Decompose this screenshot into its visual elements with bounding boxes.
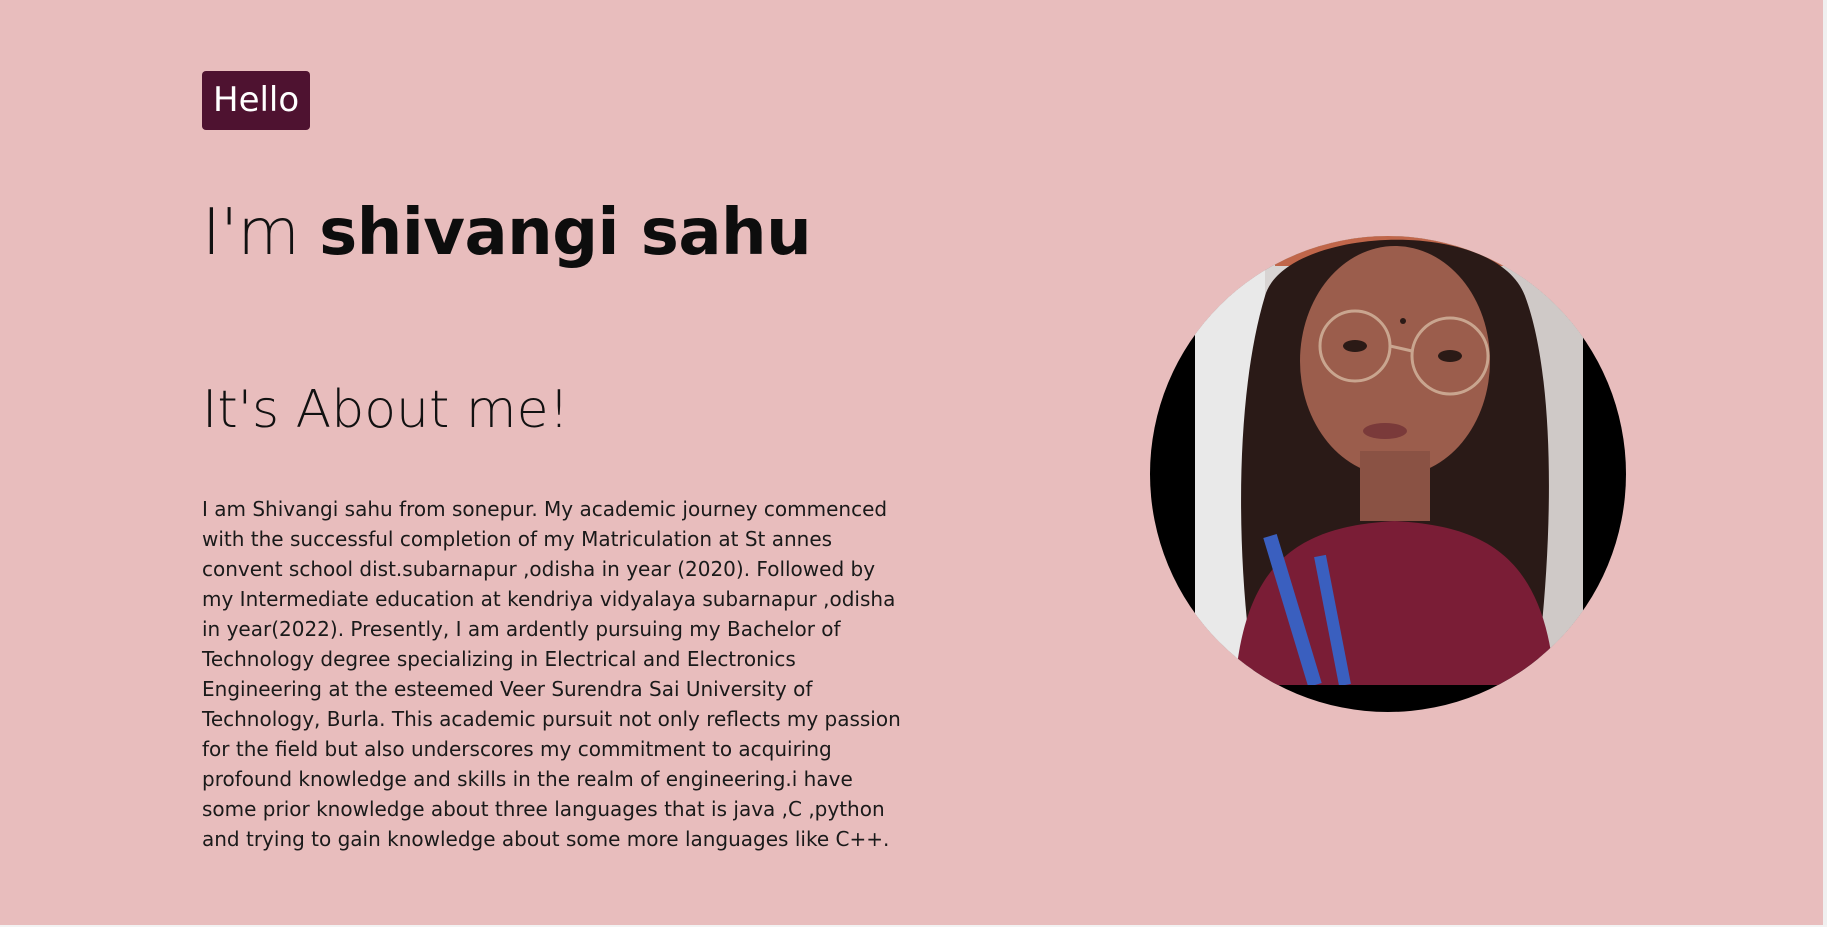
intro-prefix: I'm: [202, 196, 300, 270]
profile-photo: [1150, 236, 1626, 712]
about-paragraph: I am Shivangi sahu from sonepur. My acad…: [202, 497, 901, 851]
hello-badge: Hello: [202, 71, 311, 130]
profile-photo-image: [1195, 236, 1583, 685]
portrait-illustration: [1195, 236, 1583, 685]
page-background: Hello I'm shivangi sahu It's About me! I…: [0, 0, 1823, 925]
person-name: shivangi sahu: [319, 196, 812, 270]
vertical-scrollbar[interactable]: [1823, 0, 1827, 927]
about-heading: It's About me!: [202, 380, 570, 440]
intro-heading: I'm shivangi sahu: [202, 196, 812, 270]
